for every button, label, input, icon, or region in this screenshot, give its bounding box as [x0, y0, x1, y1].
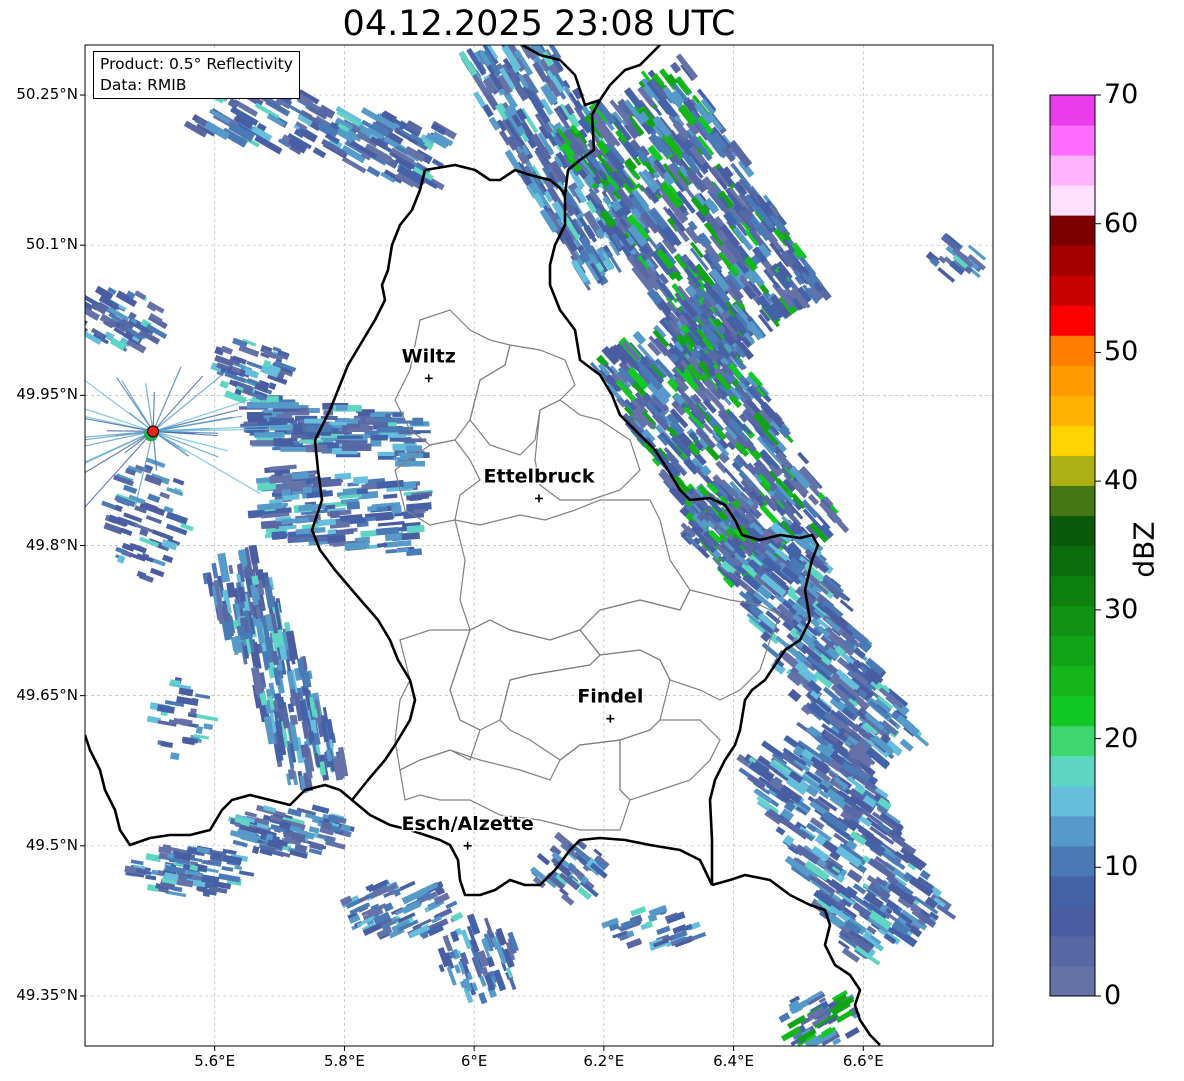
- colorbar-tick-label: 0: [1104, 980, 1122, 1011]
- colorbar-segment: [1050, 875, 1095, 907]
- radar-site-dot: [147, 425, 160, 438]
- colorbar-segment: [1050, 785, 1095, 817]
- colorbar-segment: [1050, 635, 1095, 667]
- colorbar-segment: [1050, 665, 1095, 697]
- colorbar-segment: [1050, 245, 1095, 276]
- colorbar-segment: [1050, 695, 1095, 727]
- colorbar-segment: [1050, 815, 1095, 847]
- colorbar-segment: [1050, 965, 1095, 997]
- colorbar-segment: [1050, 605, 1095, 637]
- colorbar-tick-label: 30: [1104, 593, 1139, 625]
- lat-tick-label: 50.25°N: [16, 85, 78, 104]
- lon-tick-label: 6.4°E: [713, 1052, 754, 1070]
- colorbar: [1049, 94, 1101, 997]
- lon-tick-label: 6°E: [460, 1052, 488, 1070]
- colorbar-segment: [1050, 365, 1095, 396]
- city-label: Wiltz: [402, 345, 456, 367]
- colorbar-tick-label: 40: [1104, 465, 1139, 497]
- colorbar-segment: [1050, 275, 1095, 306]
- colorbar-title: dBZ: [1127, 521, 1161, 578]
- colorbar-segment: [1050, 185, 1095, 216]
- colorbar-tick-label: 60: [1104, 207, 1139, 239]
- colorbar-segment: [1050, 395, 1095, 426]
- colorbar-segment: [1050, 455, 1095, 486]
- info-box: Product: 0.5° Reflectivity Data: RMIB: [93, 51, 300, 99]
- lat-tick-label: 49.35°N: [16, 985, 78, 1004]
- colorbar-segment: [1050, 575, 1095, 607]
- lat-tick-label: 50.1°N: [25, 235, 78, 254]
- colorbar-segment: [1050, 545, 1095, 577]
- colorbar-segment: [1050, 425, 1095, 456]
- colorbar-segment: [1050, 125, 1095, 156]
- lat-tick-label: 49.65°N: [16, 685, 78, 704]
- lon-tick-label: 5.8°E: [324, 1052, 365, 1070]
- lat-tick-label: 49.8°N: [25, 535, 78, 554]
- colorbar-segment: [1050, 95, 1095, 126]
- colorbar-segment: [1050, 335, 1095, 366]
- lat-tick-label: 49.5°N: [25, 835, 78, 854]
- colorbar-tick-label: 50: [1104, 336, 1139, 368]
- lon-tick-label: 6.2°E: [583, 1052, 625, 1070]
- city-label: Findel: [577, 686, 643, 708]
- colorbar-segment: [1050, 215, 1095, 246]
- colorbar-segment: [1050, 905, 1095, 937]
- colorbar-segment: [1050, 485, 1095, 516]
- lon-tick-label: 6.6°E: [842, 1052, 884, 1070]
- colorbar-tick-label: 20: [1104, 722, 1139, 754]
- colorbar-segment: [1050, 305, 1095, 336]
- colorbar-segment: [1050, 515, 1095, 546]
- product-label: Product: 0.5° Reflectivity: [100, 55, 293, 73]
- colorbar-tick-label: 70: [1104, 79, 1139, 110]
- lat-tick-label: 49.95°N: [16, 385, 78, 404]
- colorbar-segment: [1050, 845, 1095, 877]
- colorbar-segment: [1050, 755, 1095, 787]
- colorbar-segment: [1050, 725, 1095, 757]
- city-label: Esch/Alzette: [402, 813, 534, 835]
- city-label: Ettelbruck: [484, 465, 595, 487]
- colorbar-segment: [1050, 155, 1095, 186]
- lon-tick-label: 5.6°E: [194, 1052, 236, 1070]
- data-source-label: Data: RMIB: [100, 76, 187, 94]
- colorbar-tick-label: 10: [1104, 851, 1139, 883]
- colorbar-segment: [1050, 935, 1095, 967]
- radar-map: Wiltz Ettelbruck Findel Esch/Alzette: [80, 44, 1101, 1051]
